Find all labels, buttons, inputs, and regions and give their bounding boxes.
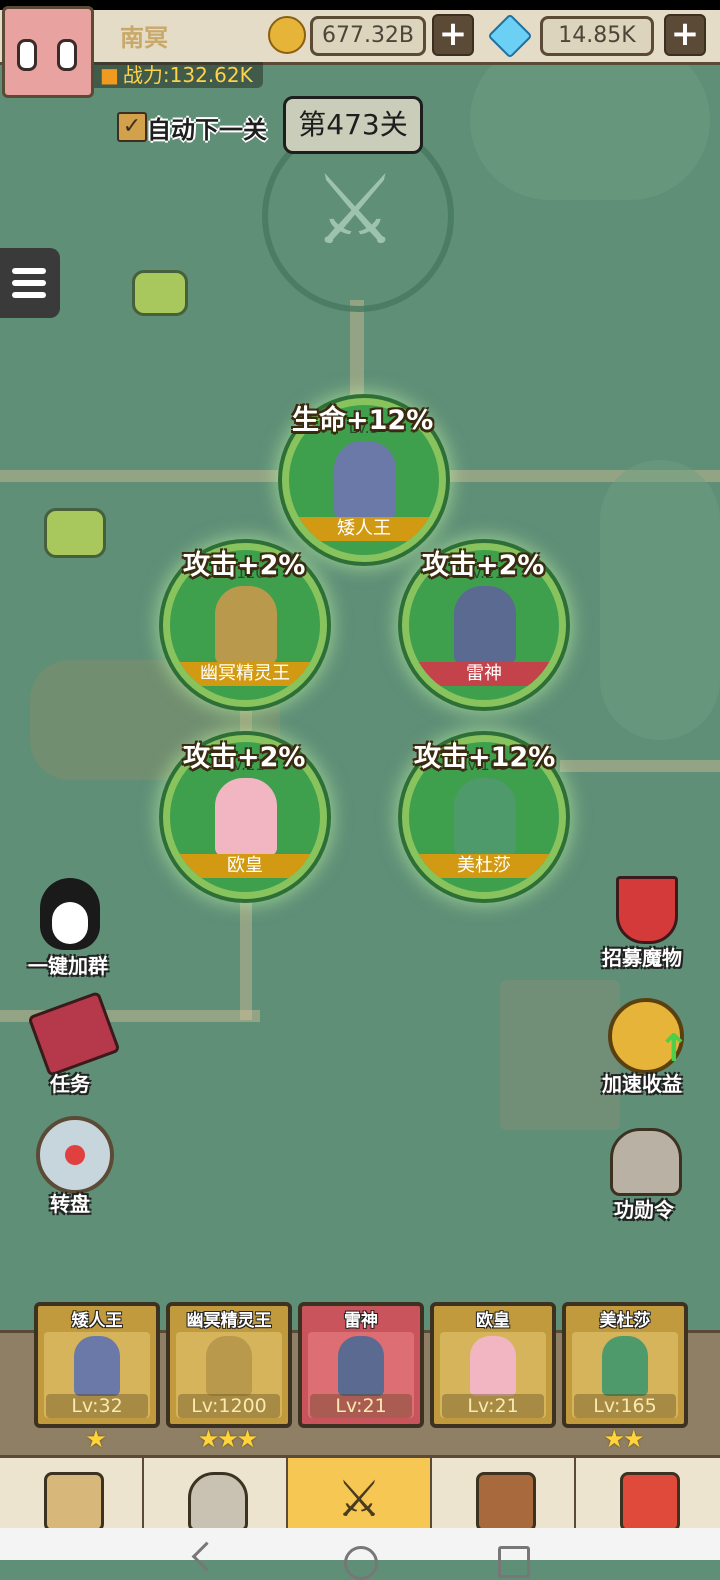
team-slot[interactable]: 矮人王 Lv:32: [34, 1302, 160, 1428]
avatar-eye: [57, 39, 77, 71]
backpack-icon: [476, 1472, 536, 1532]
combat-power: ■ 战力:132.62K: [92, 62, 263, 88]
player-avatar[interactable]: [2, 6, 94, 98]
slot-stars: ★★★: [197, 1425, 259, 1453]
home-icon[interactable]: [344, 1546, 378, 1580]
status-bar: [0, 0, 720, 10]
system-nav-bar: [0, 1528, 720, 1580]
tab-inventory[interactable]: [432, 1458, 576, 1532]
team-slot[interactable]: 雷神 Lv:21: [298, 1302, 424, 1428]
tree-icon: [600, 460, 720, 740]
hero-name: 欧皇: [170, 854, 320, 878]
hero-portrait: [454, 778, 516, 856]
speed-up-income-button[interactable]: ↑ 加速收益: [600, 998, 700, 1098]
combat-power-value: 战力:132.62K: [122, 63, 253, 87]
hero-buff: 攻击+2%: [422, 550, 545, 581]
auto-next-label[interactable]: 自动下一关: [147, 110, 267, 145]
menu-line: [12, 280, 46, 286]
tab-heroes[interactable]: [144, 1458, 288, 1532]
merit-pass-button[interactable]: 功勋令: [604, 1126, 694, 1226]
auto-next-checkbox[interactable]: ✓: [117, 112, 147, 142]
slot-hero-name: 美杜莎: [599, 1311, 651, 1331]
hero-portrait: [602, 1336, 648, 1396]
slot-hero-level: Lv:21: [442, 1394, 544, 1418]
banner-icon: [616, 876, 678, 944]
slot-hero-level: Lv:165: [574, 1394, 676, 1418]
hero-portrait: [215, 778, 277, 856]
gem-amount: 14.85K: [540, 16, 654, 56]
gold-coin-icon: [268, 16, 306, 54]
lucky-wheel-button[interactable]: 转盘: [30, 1116, 120, 1216]
shop-icon: [620, 1472, 680, 1532]
merit-pass-label: 功勋令: [614, 1198, 674, 1222]
penguin-belly: [52, 902, 88, 944]
hero-portrait: [334, 441, 396, 519]
slot-hero-name: 雷神: [344, 1311, 378, 1331]
speed-up-income-label: 加速收益: [602, 1072, 682, 1096]
rock-icon: [132, 270, 188, 316]
slot-hero-level: Lv:32: [46, 1394, 148, 1418]
rock-icon: [44, 508, 106, 558]
slot-hero-name: 矮人王: [71, 1311, 123, 1331]
slot-hero-name: 欧皇: [476, 1311, 510, 1331]
penguin-icon: [40, 878, 100, 950]
slot-stars: ★★: [603, 1425, 644, 1453]
current-stage-badge: 第473关: [283, 96, 423, 154]
avatar-eye: [17, 39, 37, 71]
hero-name: 幽冥精灵王: [170, 662, 320, 686]
hero-buff: 攻击+2%: [183, 550, 306, 581]
recruit-monsters-button[interactable]: 招募魔物: [600, 872, 700, 972]
add-gems-button[interactable]: +: [664, 14, 706, 56]
menu-line: [12, 268, 46, 274]
crossed-swords-icon: ⚔: [336, 1470, 382, 1528]
join-group-button[interactable]: 一键加群: [20, 878, 124, 978]
wheel-icon: [36, 1116, 114, 1194]
hero-portrait: [454, 586, 516, 664]
quests-label: 任务: [50, 1072, 90, 1096]
quests-button[interactable]: 任务: [27, 990, 121, 1098]
crossed-swords-emblem-icon: ⚔: [311, 154, 399, 266]
book-icon: [27, 990, 121, 1078]
slot-stars: ★: [85, 1425, 107, 1453]
hero-name: 矮人王: [289, 517, 439, 541]
menu-line: [12, 292, 46, 298]
hero-buff: 生命+12%: [292, 405, 434, 436]
tab-shop[interactable]: [576, 1458, 718, 1532]
hero-name: 雷神: [409, 662, 559, 686]
knight-helmet-icon: [188, 1472, 248, 1532]
add-gold-button[interactable]: +: [432, 14, 474, 56]
slot-hero-level: Lv:21: [310, 1394, 412, 1418]
back-icon[interactable]: [191, 1541, 222, 1572]
gold-amount: 677.32B: [310, 16, 426, 56]
hamburger-menu-button[interactable]: [0, 248, 60, 318]
recents-icon[interactable]: [498, 1546, 530, 1578]
hero-buff: 攻击+2%: [183, 742, 306, 773]
hero-name: 美杜莎: [409, 854, 559, 878]
hero-portrait: [470, 1336, 516, 1396]
tab-map[interactable]: [0, 1458, 144, 1532]
up-arrow-icon: ↑: [658, 1026, 690, 1070]
map-icon: [44, 1472, 104, 1532]
player-name: 南冥: [120, 24, 168, 52]
slot-hero-level: Lv:1200: [178, 1394, 280, 1418]
tab-battle[interactable]: ⚔: [288, 1458, 432, 1528]
hero-portrait: [74, 1336, 120, 1396]
lucky-wheel-label: 转盘: [50, 1192, 90, 1216]
helmet-icon: [610, 1128, 682, 1196]
recruit-monsters-label: 招募魔物: [602, 946, 682, 970]
fist-icon: ■: [100, 63, 119, 87]
hero-portrait: [206, 1336, 252, 1396]
team-slot[interactable]: 美杜莎 Lv:165: [562, 1302, 688, 1428]
hero-portrait: [338, 1336, 384, 1396]
map-path: [560, 760, 720, 772]
hero-buff: 攻击+12%: [414, 742, 556, 773]
join-group-label: 一键加群: [28, 954, 108, 978]
team-slot[interactable]: 欧皇 Lv:21: [430, 1302, 556, 1428]
team-slot[interactable]: 幽冥精灵王 Lv:1200: [166, 1302, 292, 1428]
wheel-center: [65, 1145, 85, 1165]
hero-portrait: [215, 586, 277, 664]
slot-hero-name: 幽冥精灵王: [186, 1311, 272, 1331]
